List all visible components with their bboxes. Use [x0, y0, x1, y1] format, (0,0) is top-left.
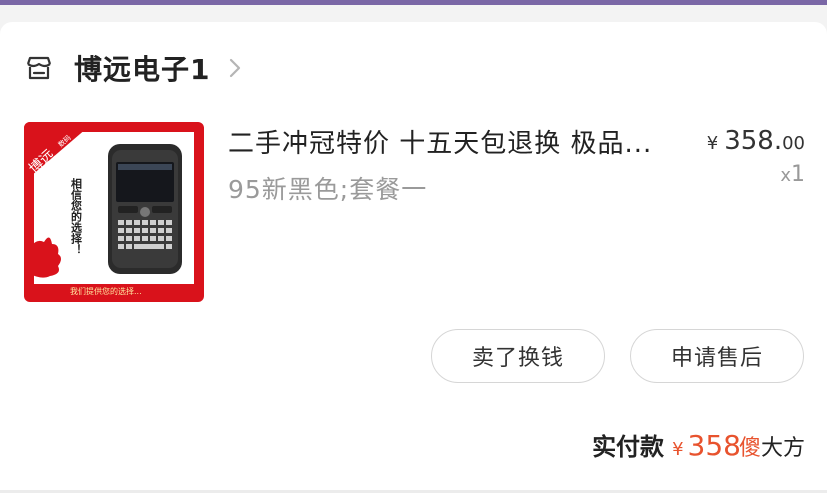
watermark-text: 傻大方	[739, 430, 805, 462]
product-title[interactable]: 二手冲冠特价 十五天包退换 极品...	[228, 123, 678, 160]
image-footer-text: 我们提供您的选择...	[70, 286, 142, 296]
product-quantity: x 1	[780, 162, 805, 187]
paid-amount: 358	[687, 429, 741, 462]
watermark-rest: 大方	[760, 436, 805, 461]
paid-amount-row: 实付款 ¥ 358 傻大方	[592, 427, 805, 462]
price-integer: 358.	[724, 126, 783, 156]
quantity-prefix: x	[780, 165, 791, 186]
product-image[interactable]: 博远 数码 相信您的选择！ 我们提供您的选择...	[24, 122, 204, 302]
store-name[interactable]: 博远电子1	[74, 48, 210, 88]
quantity-value: 1	[791, 162, 805, 187]
sell-for-cash-button[interactable]: 卖了换钱	[431, 329, 605, 383]
top-accent-bar	[0, 0, 827, 5]
product-price: ¥ 358. 00	[707, 126, 805, 156]
chevron-right-icon[interactable]	[228, 56, 242, 80]
price-currency: ¥	[706, 133, 719, 154]
watermark-char: 傻	[738, 436, 761, 461]
price-decimal: 00	[782, 133, 805, 154]
store-header[interactable]: 博远电子1	[24, 50, 242, 86]
product-sku: 95新黑色;套餐一	[228, 175, 428, 204]
order-card: 博远电子1 博远 数码 相信您的选择！ 我们提供您的选择... 二手冲冠特价 十…	[0, 22, 827, 490]
store-icon	[26, 56, 52, 80]
paid-currency: ¥	[672, 439, 684, 460]
paid-label: 实付款	[592, 433, 665, 461]
after-sale-button[interactable]: 申请售后	[630, 329, 804, 383]
image-slogan: 相信您的选择！	[70, 177, 83, 255]
